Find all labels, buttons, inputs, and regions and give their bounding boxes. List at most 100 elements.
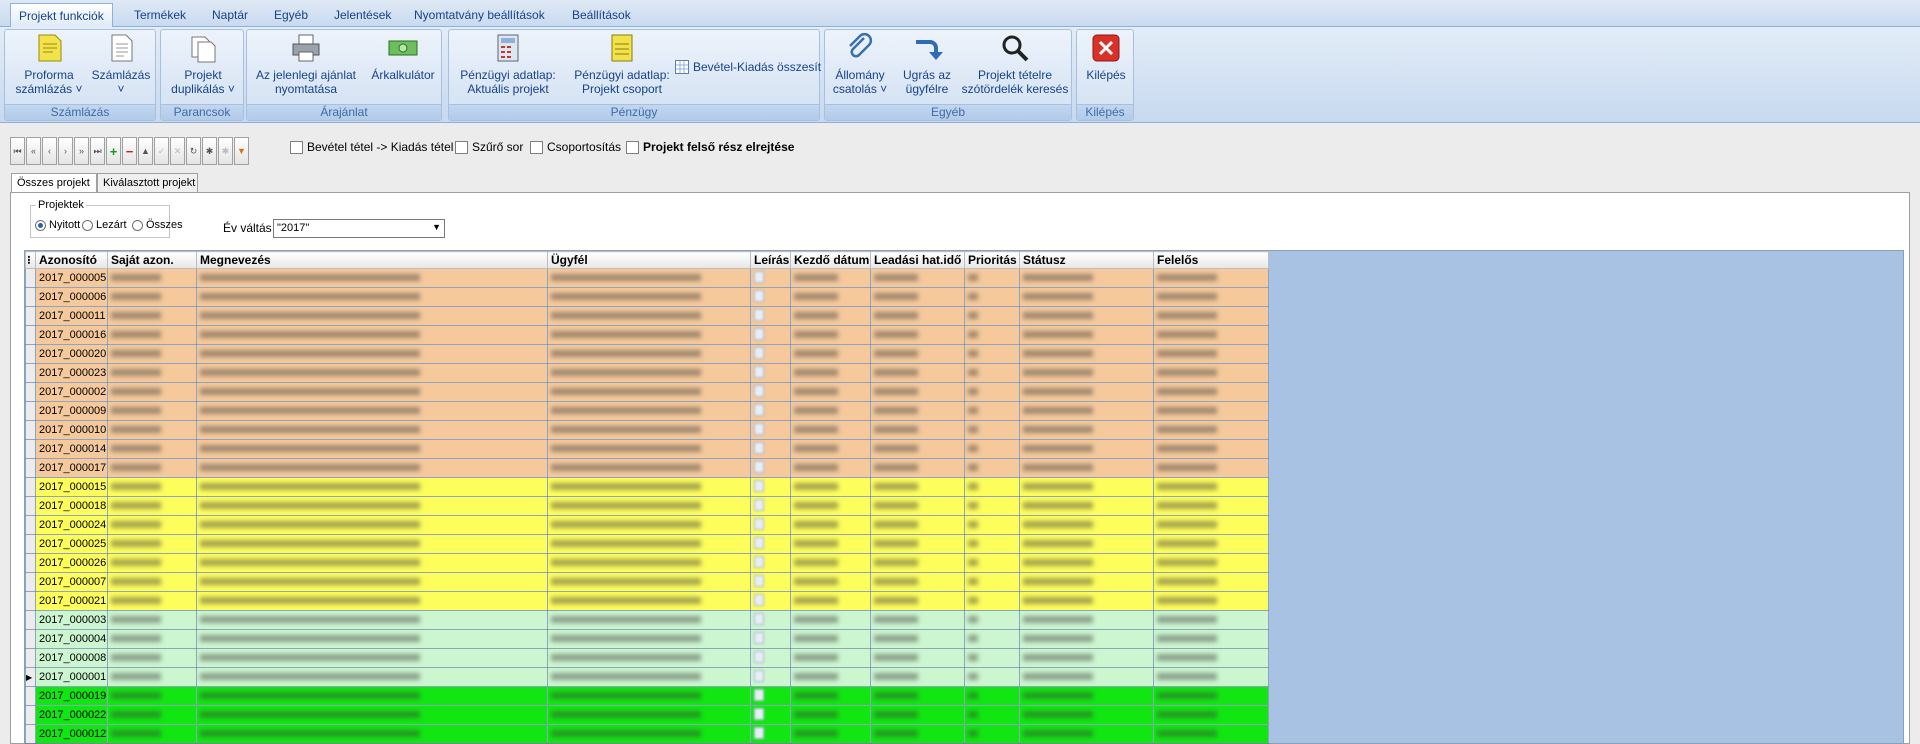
cell-redacted[interactable] <box>107 686 197 706</box>
col-prioritas[interactable]: Prioritás <box>964 251 1020 269</box>
next-record-icon[interactable]: › <box>58 137 73 165</box>
cell-redacted[interactable] <box>1153 477 1269 497</box>
cell-azonosito[interactable]: 2017_000021 <box>35 591 108 611</box>
cell-redacted[interactable] <box>790 629 871 649</box>
cell-redacted[interactable] <box>547 553 751 573</box>
cell-redacted[interactable] <box>107 268 197 288</box>
table-row[interactable]: ▶ 2017_000001 <box>25 667 1269 687</box>
cell-redacted[interactable] <box>107 591 197 611</box>
tab-egyeb[interactable]: Egyéb <box>266 3 316 27</box>
cell-redacted[interactable] <box>870 287 965 307</box>
cell-redacted[interactable] <box>790 477 871 497</box>
ugras-ugyfelre-button[interactable]: Ugrás az ügyfélre <box>897 32 957 96</box>
cell-redacted[interactable] <box>964 534 1020 554</box>
cell-redacted[interactable] <box>1153 268 1269 288</box>
cell-redacted[interactable] <box>964 553 1020 573</box>
cell-redacted[interactable] <box>1019 534 1154 554</box>
cell-redacted[interactable] <box>196 496 548 516</box>
projekt-kereses-button[interactable]: Projekt tételre szótördelék keresés <box>959 32 1071 96</box>
cell-redacted[interactable] <box>1019 667 1154 687</box>
cell-redacted[interactable] <box>107 648 197 668</box>
penzugy-csoport-button[interactable]: Pénzügyi adatlap: Projekt csoport <box>567 32 677 96</box>
cell-redacted[interactable] <box>750 553 791 573</box>
cell-redacted[interactable] <box>750 477 791 497</box>
cell-redacted[interactable] <box>1153 496 1269 516</box>
cell-redacted[interactable] <box>196 325 548 345</box>
cell-redacted[interactable] <box>870 306 965 326</box>
cell-redacted[interactable] <box>964 667 1020 687</box>
cell-redacted[interactable] <box>1153 648 1269 668</box>
cell-redacted[interactable] <box>964 458 1020 478</box>
cell-redacted[interactable] <box>750 515 791 535</box>
radio-lezart[interactable]: Lezárt <box>82 219 127 231</box>
tab-nyomtatvany-beallitasok[interactable]: Nyomtatvány beállítások <box>406 3 553 27</box>
cell-redacted[interactable] <box>964 629 1020 649</box>
edit-icon[interactable]: ▲ <box>138 137 153 165</box>
cell-redacted[interactable] <box>1153 705 1269 725</box>
cell-redacted[interactable] <box>196 363 548 383</box>
cell-redacted[interactable] <box>870 610 965 630</box>
cell-redacted[interactable] <box>1153 667 1269 687</box>
cell-azonosito[interactable]: 2017_000015 <box>35 477 108 497</box>
cell-redacted[interactable] <box>870 268 965 288</box>
cell-redacted[interactable] <box>750 629 791 649</box>
table-row[interactable]: 2017_000006 <box>25 287 1269 307</box>
cell-azonosito[interactable]: 2017_000020 <box>35 344 108 364</box>
cell-redacted[interactable] <box>1019 591 1154 611</box>
cell-redacted[interactable] <box>1019 610 1154 630</box>
cell-redacted[interactable] <box>870 401 965 421</box>
cell-azonosito[interactable]: 2017_000008 <box>35 648 108 668</box>
table-row[interactable]: 2017_000003 <box>25 610 1269 630</box>
col-azonosito[interactable]: Azonosító <box>35 251 108 269</box>
cell-redacted[interactable] <box>790 591 871 611</box>
cell-redacted[interactable] <box>964 724 1020 744</box>
cell-redacted[interactable] <box>1019 458 1154 478</box>
cell-redacted[interactable] <box>964 515 1020 535</box>
cell-redacted[interactable] <box>790 686 871 706</box>
row-selector[interactable] <box>25 287 36 307</box>
cell-redacted[interactable] <box>1153 515 1269 535</box>
refresh-icon[interactable]: ↻ <box>186 137 201 165</box>
cell-redacted[interactable] <box>870 553 965 573</box>
tab-osszes-projekt[interactable]: Összes projekt <box>11 173 97 193</box>
row-selector[interactable] <box>25 534 36 554</box>
cell-redacted[interactable] <box>547 477 751 497</box>
cell-redacted[interactable] <box>547 648 751 668</box>
cell-redacted[interactable] <box>196 686 548 706</box>
cell-redacted[interactable] <box>790 401 871 421</box>
table-row[interactable]: 2017_000017 <box>25 458 1269 478</box>
table-row[interactable]: 2017_000010 <box>25 420 1269 440</box>
cell-redacted[interactable] <box>196 477 548 497</box>
cell-redacted[interactable] <box>870 667 965 687</box>
cell-redacted[interactable] <box>750 401 791 421</box>
cell-redacted[interactable] <box>1019 477 1154 497</box>
table-row[interactable]: 2017_000015 <box>25 477 1269 497</box>
cell-redacted[interactable] <box>750 496 791 516</box>
cell-redacted[interactable] <box>790 287 871 307</box>
cell-redacted[interactable] <box>1153 724 1269 744</box>
cell-redacted[interactable] <box>964 686 1020 706</box>
col-leadasi-hatido[interactable]: Leadási hat.idő <box>870 251 965 269</box>
cell-redacted[interactable] <box>107 496 197 516</box>
cell-redacted[interactable] <box>1019 496 1154 516</box>
cell-redacted[interactable] <box>196 724 548 744</box>
cell-redacted[interactable] <box>107 534 197 554</box>
cell-redacted[interactable] <box>107 667 197 687</box>
cell-redacted[interactable] <box>1153 344 1269 364</box>
cell-redacted[interactable] <box>790 268 871 288</box>
cell-redacted[interactable] <box>964 439 1020 459</box>
cell-redacted[interactable] <box>870 724 965 744</box>
cell-redacted[interactable] <box>870 572 965 592</box>
cell-redacted[interactable] <box>1153 325 1269 345</box>
table-row[interactable]: 2017_000023 <box>25 363 1269 383</box>
cell-redacted[interactable] <box>196 420 548 440</box>
nyomtatas-button[interactable]: Az jelenlegi ajánlat nyomtatása <box>251 32 361 96</box>
row-selector[interactable] <box>25 648 36 668</box>
cell-redacted[interactable] <box>750 382 791 402</box>
col-felelos[interactable]: Felelős <box>1153 251 1269 269</box>
cell-redacted[interactable] <box>750 610 791 630</box>
row-selector[interactable] <box>25 325 36 345</box>
cell-azonosito[interactable]: 2017_000003 <box>35 610 108 630</box>
table-row[interactable]: 2017_000002 <box>25 382 1269 402</box>
row-selector[interactable] <box>25 268 36 288</box>
